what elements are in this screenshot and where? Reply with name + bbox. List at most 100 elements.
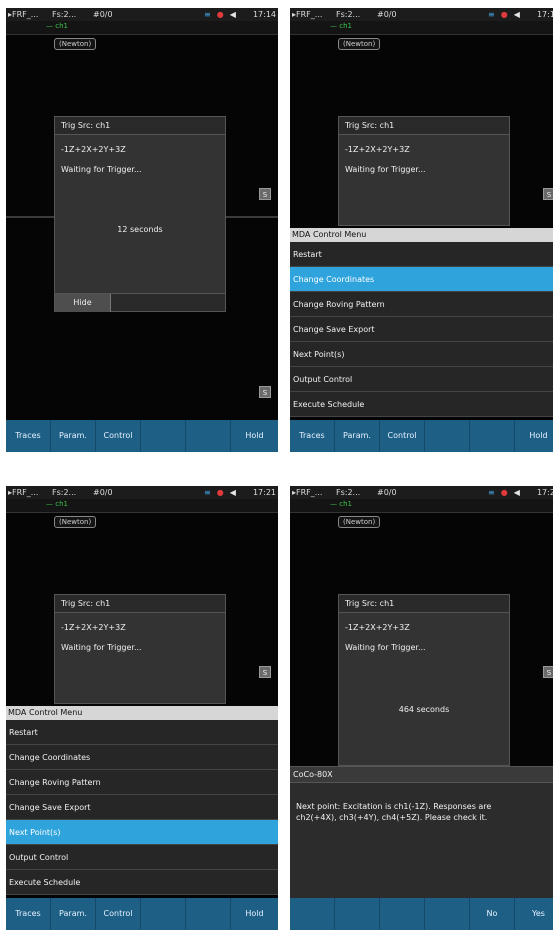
speaker-icon: ◀ [513,488,520,497]
status-bar: ▸FRF_... Fs:2... #0/0 ≡ ● ◀ 17:15 [290,8,553,21]
control-button[interactable]: Control [380,420,425,452]
trigger-dialog: Trig Src: ch1 -1Z+2X+2Y+3Z Waiting for T… [54,116,226,312]
screen-1: ▸FRF_... Fs:2... #0/0 ≡ ● ◀ 17:14 — ch1 … [6,8,278,452]
menu-item-next-points[interactable]: Next Point(s) [290,342,553,367]
dialog-message: Next point: Excitation is ch1(-1Z). Resp… [290,783,553,823]
trigger-dialog: Trig Src: ch1 -1Z+2X+2Y+3Z Waiting for T… [54,594,226,704]
traces-button[interactable]: Traces [6,420,51,452]
s-button-bottom[interactable]: S [259,386,271,398]
hide-button[interactable]: Hide [55,294,111,312]
toolbar-slot [425,898,470,930]
legend-bar: — ch1 [290,499,553,513]
speaker-icon: ◀ [513,10,520,19]
toolbar-slot [425,420,470,452]
network-icon: ≡ [488,488,495,497]
toolbar-slot [335,898,380,930]
bottom-toolbar: No Yes [290,898,553,930]
menu-item-restart[interactable]: Restart [6,720,278,745]
unit-tag[interactable]: (Newton) [54,38,97,50]
speaker-icon: ◀ [229,10,236,19]
menu-item-execute-schedule[interactable]: Execute Schedule [6,870,278,895]
location-pin-icon: ● [500,10,508,19]
roving-pattern: -1Z+2X+2Y+3Z [345,145,410,154]
trigger-dialog: Trig Src: ch1 -1Z+2X+2Y+3Z Waiting for T… [338,116,510,226]
trigger-status: Waiting for Trigger... [345,643,426,652]
param-button[interactable]: Param. [51,420,96,452]
param-button[interactable]: Param. [51,898,96,930]
location-pin-icon: ● [216,10,224,19]
location-pin-icon: ● [216,488,224,497]
toolbar-slot [186,898,231,930]
legend-ch1: — ch1 [330,22,352,30]
app-name[interactable]: ▸FRF_... [8,488,38,497]
toolbar-slot [470,420,515,452]
hold-button[interactable]: Hold [231,898,278,930]
trigger-status: Waiting for Trigger... [61,165,142,174]
menu-item-change-coordinates[interactable]: Change Coordinates [6,745,278,770]
record-count: #0/0 [377,10,397,19]
menu-item-output-control[interactable]: Output Control [290,367,553,392]
status-bar: ▸FRF_... Fs:2... #0/0 ≡ ● ◀ 17:22 [290,486,553,499]
record-count: #0/0 [93,10,113,19]
network-icon: ≡ [204,10,211,19]
unit-tag[interactable]: (Newton) [338,516,381,528]
network-icon: ≡ [204,488,211,497]
menu-item-change-coordinates[interactable]: Change Coordinates [290,267,553,292]
unit-tag[interactable]: (Newton) [338,38,381,50]
legend-bar: — ch1 [6,21,278,35]
control-button[interactable]: Control [96,420,141,452]
hide-row: Hide [55,293,225,312]
app-name[interactable]: ▸FRF_... [292,488,322,497]
trigger-source: Trig Src: ch1 [339,595,509,613]
toolbar-slot [380,898,425,930]
clock: 17:14 [252,10,276,19]
menu-item-output-control[interactable]: Output Control [6,845,278,870]
menu-item-execute-schedule[interactable]: Execute Schedule [290,392,553,417]
mda-control-menu: MDA Control Menu Restart Change Coordina… [290,228,553,417]
message-line-1: Next point: Excitation is ch1(-1Z). Resp… [296,802,492,811]
toolbar-slot [186,420,231,452]
hold-button[interactable]: Hold [231,420,278,452]
menu-title: MDA Control Menu [6,706,278,720]
yes-button[interactable]: Yes [515,898,553,930]
network-icon: ≡ [488,10,495,19]
legend-bar: — ch1 [6,499,278,513]
bottom-toolbar: Traces Param. Control Hold [6,420,278,452]
menu-item-change-save-export[interactable]: Change Save Export [290,317,553,342]
trigger-source: Trig Src: ch1 [55,117,225,135]
status-bar: ▸FRF_... Fs:2... #0/0 ≡ ● ◀ 17:21 [6,486,278,499]
screen-3: ▸FRF_... Fs:2... #0/0 ≡ ● ◀ 17:21 — ch1 … [6,486,278,930]
menu-item-change-roving-pattern[interactable]: Change Roving Pattern [6,770,278,795]
app-name[interactable]: ▸FRF_... [8,10,38,19]
menu-item-next-points[interactable]: Next Point(s) [6,820,278,845]
toolbar-slot [141,898,186,930]
traces-button[interactable]: Traces [6,898,51,930]
location-pin-icon: ● [500,488,508,497]
app-name[interactable]: ▸FRF_... [292,10,322,19]
speaker-icon: ◀ [229,488,236,497]
record-count: #0/0 [377,488,397,497]
roving-pattern: -1Z+2X+2Y+3Z [61,623,126,632]
hold-button[interactable]: Hold [515,420,553,452]
dialog-title: CoCo-80X [290,767,553,783]
sample-rate: Fs:2... [336,10,361,19]
unit-tag[interactable]: (Newton) [54,516,97,528]
s-button-top[interactable]: S [259,666,271,678]
control-button[interactable]: Control [96,898,141,930]
bottom-toolbar: Traces Param. Control Hold [6,898,278,930]
clock: 17:21 [252,488,276,497]
s-button-top[interactable]: S [543,666,553,678]
menu-item-restart[interactable]: Restart [290,242,553,267]
menu-item-change-roving-pattern[interactable]: Change Roving Pattern [290,292,553,317]
traces-button[interactable]: Traces [290,420,335,452]
menu-item-change-save-export[interactable]: Change Save Export [6,795,278,820]
param-button[interactable]: Param. [335,420,380,452]
legend-ch1: — ch1 [46,500,68,508]
s-button-top[interactable]: S [543,188,553,200]
trigger-status: Waiting for Trigger... [345,165,426,174]
trigger-source: Trig Src: ch1 [339,117,509,135]
toolbar-slot [290,898,335,930]
no-button[interactable]: No [470,898,515,930]
roving-pattern: -1Z+2X+2Y+3Z [345,623,410,632]
s-button-top[interactable]: S [259,188,271,200]
